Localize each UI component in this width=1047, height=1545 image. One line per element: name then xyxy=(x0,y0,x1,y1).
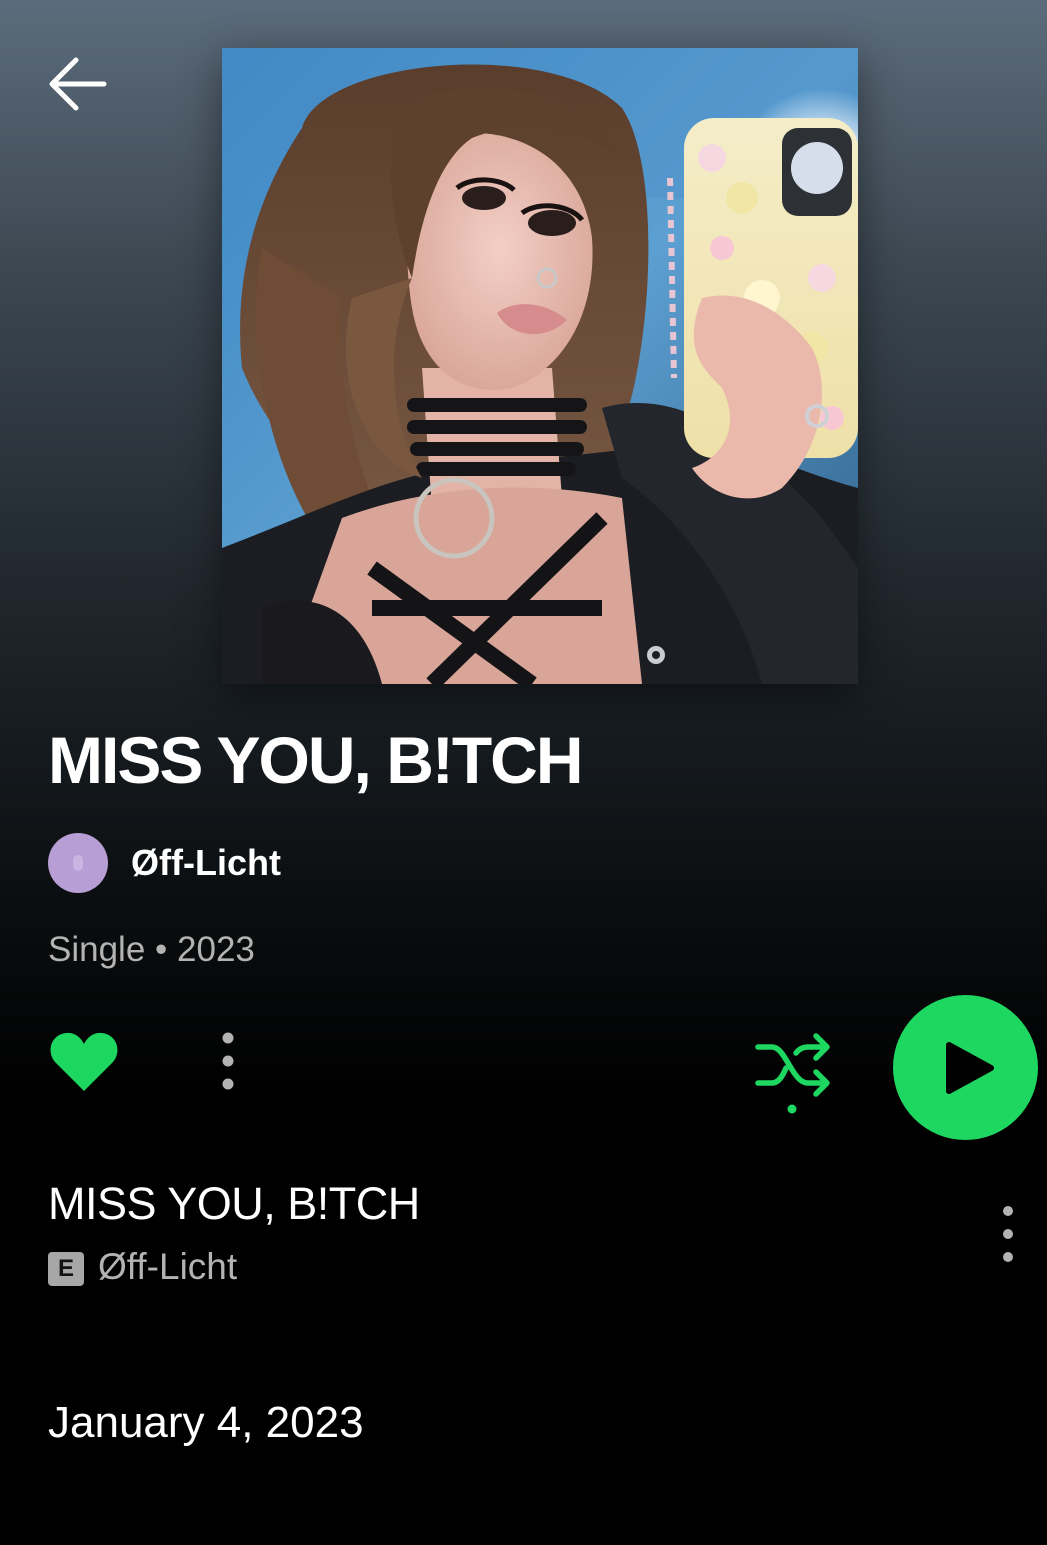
album-type: Single xyxy=(48,930,146,969)
shuffle-button[interactable] xyxy=(752,1025,834,1120)
avatar-placeholder-icon xyxy=(73,855,83,871)
album-cover-image xyxy=(222,48,858,684)
track-more-options-button[interactable] xyxy=(986,1202,1030,1266)
album-year: 2023 xyxy=(177,930,255,969)
arrow-left-icon xyxy=(49,57,107,111)
play-icon xyxy=(946,1042,994,1094)
track-title: MISS YOU, B!TCH xyxy=(48,1178,420,1229)
album-more-options-button[interactable] xyxy=(205,1028,251,1094)
release-date: January 4, 2023 xyxy=(48,1398,364,1447)
artist-name-link[interactable]: Øff-Licht xyxy=(131,842,281,884)
album-title: MISS YOU, B!TCH xyxy=(48,723,583,797)
track-artist: Øff-Licht xyxy=(98,1246,238,1287)
back-button[interactable] xyxy=(40,48,116,120)
heart-filled-icon xyxy=(50,1032,118,1091)
more-vertical-icon xyxy=(1003,1206,1013,1262)
release-meta: Single • 2023 xyxy=(48,930,255,970)
artist-avatar[interactable] xyxy=(48,833,108,893)
meta-separator: • xyxy=(155,930,168,969)
play-button[interactable] xyxy=(893,995,1038,1140)
track-row[interactable]: MISS YOU, B!TCH E Øff-Licht xyxy=(0,1160,1047,1300)
like-button[interactable] xyxy=(48,1027,120,1095)
more-vertical-icon xyxy=(222,1032,234,1090)
shuffle-icon xyxy=(755,1033,830,1114)
explicit-badge: E xyxy=(48,1252,84,1286)
